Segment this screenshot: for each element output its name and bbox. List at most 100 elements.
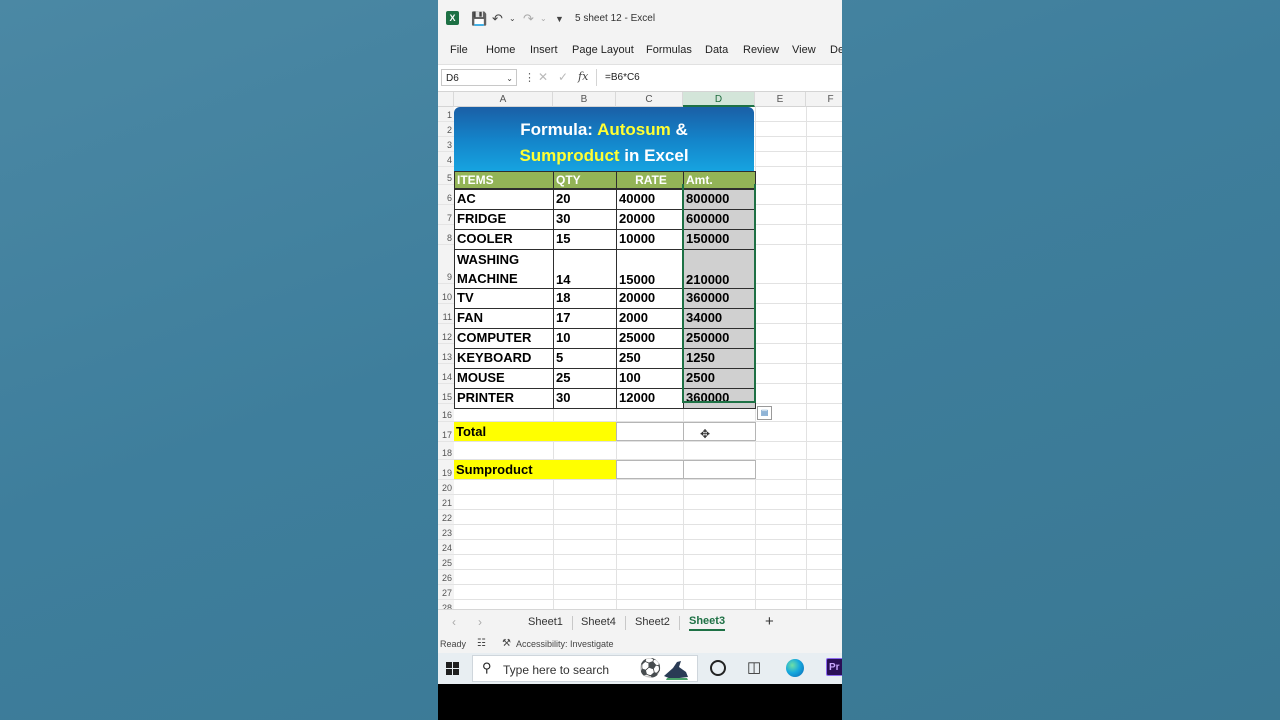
row-header[interactable]: 28	[438, 600, 454, 609]
row-header[interactable]: 17	[438, 422, 454, 442]
table-cell[interactable]: 17	[553, 308, 617, 329]
table-cell[interactable]: FRIDGE	[454, 209, 554, 230]
table-cell[interactable]: 25000	[616, 328, 684, 349]
tab-review[interactable]: Review	[743, 44, 779, 56]
table-cell[interactable]: 14	[553, 249, 617, 289]
table-cell[interactable]: 2500	[683, 368, 756, 389]
table-cell[interactable]: COMPUTER	[454, 328, 554, 349]
tab-home[interactable]: Home	[486, 44, 515, 56]
row-header[interactable]: 26	[438, 570, 454, 585]
column-header-d[interactable]: D	[683, 92, 755, 107]
table-cell[interactable]: 5	[553, 348, 617, 369]
add-sheet-button[interactable]: +	[765, 613, 774, 630]
redo-dropdown-icon[interactable]: ⌄	[540, 14, 547, 23]
total-c-cell[interactable]	[616, 422, 684, 441]
undo-dropdown-icon[interactable]: ⌄	[509, 14, 516, 23]
select-all-corner[interactable]	[438, 92, 454, 107]
row-header[interactable]: 23	[438, 525, 454, 540]
table-cell[interactable]: 34000	[683, 308, 756, 329]
cancel-icon[interactable]: ✕	[538, 70, 548, 84]
table-cell[interactable]: 600000	[683, 209, 756, 230]
row-header[interactable]: 24	[438, 540, 454, 555]
insert-function-icon[interactable]: fx	[578, 70, 588, 83]
sheet-tab-sheet1[interactable]: Sheet1	[528, 616, 563, 628]
task-view-icon[interactable]: ◫	[747, 658, 761, 676]
row-header[interactable]: 3	[438, 137, 454, 152]
tab-page-layout[interactable]: Page Layout	[572, 44, 634, 56]
table-cell[interactable]: PRINTER	[454, 388, 554, 409]
table-cell[interactable]: 360000	[683, 388, 756, 409]
accessibility-icon[interactable]: ⚒	[502, 638, 511, 649]
row-header[interactable]: 4	[438, 152, 454, 167]
table-cell[interactable]: TV	[454, 288, 554, 309]
column-header-a[interactable]: A	[454, 92, 553, 107]
table-cell[interactable]: KEYBOARD	[454, 348, 554, 369]
table-cell[interactable]: 20000	[616, 209, 684, 230]
row-header[interactable]: 14	[438, 364, 454, 384]
more-options-icon[interactable]: ⋮	[524, 71, 535, 84]
table-cell[interactable]: 800000	[683, 189, 756, 210]
table-cell[interactable]: 360000	[683, 288, 756, 309]
tab-file[interactable]: File	[450, 44, 468, 56]
premiere-pro-icon[interactable]: Pr	[826, 658, 842, 676]
row-header[interactable]: 15	[438, 384, 454, 404]
table-cell[interactable]: 2000	[616, 308, 684, 329]
tab-formulas[interactable]: Formulas	[646, 44, 692, 56]
windows-start-icon[interactable]	[446, 662, 459, 675]
save-icon[interactable]: 💾	[471, 11, 487, 27]
row-header[interactable]: 16	[438, 404, 454, 422]
formula-input[interactable]: =B6*C6	[596, 69, 842, 86]
sumproduct-d-cell[interactable]	[683, 460, 756, 479]
sheet-tab-sheet4[interactable]: Sheet4	[581, 616, 616, 628]
worksheet-grid[interactable]: A B C D E F 1 2 3 4 5 6 7 8 9 10 11 12 13 14 15 16 17 18 1…	[438, 92, 842, 609]
header-rate[interactable]: RATE	[616, 171, 684, 189]
tab-view[interactable]: View	[792, 44, 816, 56]
taskbar-search-box[interactable]: ⚲ Type here to search ⚽	[472, 655, 698, 682]
table-cell[interactable]: 30	[553, 388, 617, 409]
table-cell[interactable]: FAN	[454, 308, 554, 329]
table-cell[interactable]: 40000	[616, 189, 684, 210]
table-cell[interactable]: 210000	[683, 249, 756, 289]
table-cell[interactable]: 1250	[683, 348, 756, 369]
table-cell[interactable]: 10	[553, 328, 617, 349]
row-header[interactable]: 21	[438, 495, 454, 510]
customize-toolbar-icon[interactable]: ▼	[555, 14, 564, 24]
row-header[interactable]: 27	[438, 585, 454, 600]
table-cell[interactable]: 100	[616, 368, 684, 389]
column-header-e[interactable]: E	[755, 92, 806, 107]
table-cell[interactable]: 250000	[683, 328, 756, 349]
enter-check-icon[interactable]: ✓	[558, 70, 568, 84]
table-cell[interactable]: 150000	[683, 229, 756, 250]
row-header[interactable]: 9	[438, 245, 454, 284]
column-header-f[interactable]: F	[806, 92, 842, 107]
sumproduct-c-cell[interactable]	[616, 460, 684, 479]
name-box[interactable]: D6 ⌄	[441, 69, 517, 86]
sumproduct-label[interactable]: Sumproduct	[454, 460, 616, 479]
table-cell[interactable]: 12000	[616, 388, 684, 409]
header-qty[interactable]: QTY	[553, 171, 617, 189]
table-cell[interactable]: 20	[553, 189, 617, 210]
row-header[interactable]: 6	[438, 185, 454, 205]
total-d-cell[interactable]	[683, 422, 756, 441]
row-header[interactable]: 11	[438, 304, 454, 324]
table-cell[interactable]: 18	[553, 288, 617, 309]
table-cell[interactable]: 30	[553, 209, 617, 230]
table-cell[interactable]: 20000	[616, 288, 684, 309]
cortana-icon[interactable]	[710, 660, 726, 676]
tab-developer[interactable]: De	[830, 44, 842, 56]
sheet-tab-sheet2[interactable]: Sheet2	[635, 616, 670, 628]
column-header-b[interactable]: B	[553, 92, 616, 107]
edge-browser-icon[interactable]	[786, 659, 804, 677]
row-header[interactable]: 13	[438, 344, 454, 364]
row-header[interactable]: 5	[438, 167, 454, 185]
row-header[interactable]: 25	[438, 555, 454, 570]
redo-icon[interactable]: ↷	[523, 11, 534, 27]
sheet-tab-sheet3[interactable]: Sheet3	[689, 615, 726, 631]
table-cell[interactable]: AC	[454, 189, 554, 210]
tab-insert[interactable]: Insert	[530, 44, 558, 56]
total-label[interactable]: Total	[454, 422, 616, 441]
row-header[interactable]: 19	[438, 460, 454, 480]
chevron-right-icon[interactable]: ›	[478, 615, 482, 629]
table-cell[interactable]: 25	[553, 368, 617, 389]
table-cell[interactable]: 15	[553, 229, 617, 250]
